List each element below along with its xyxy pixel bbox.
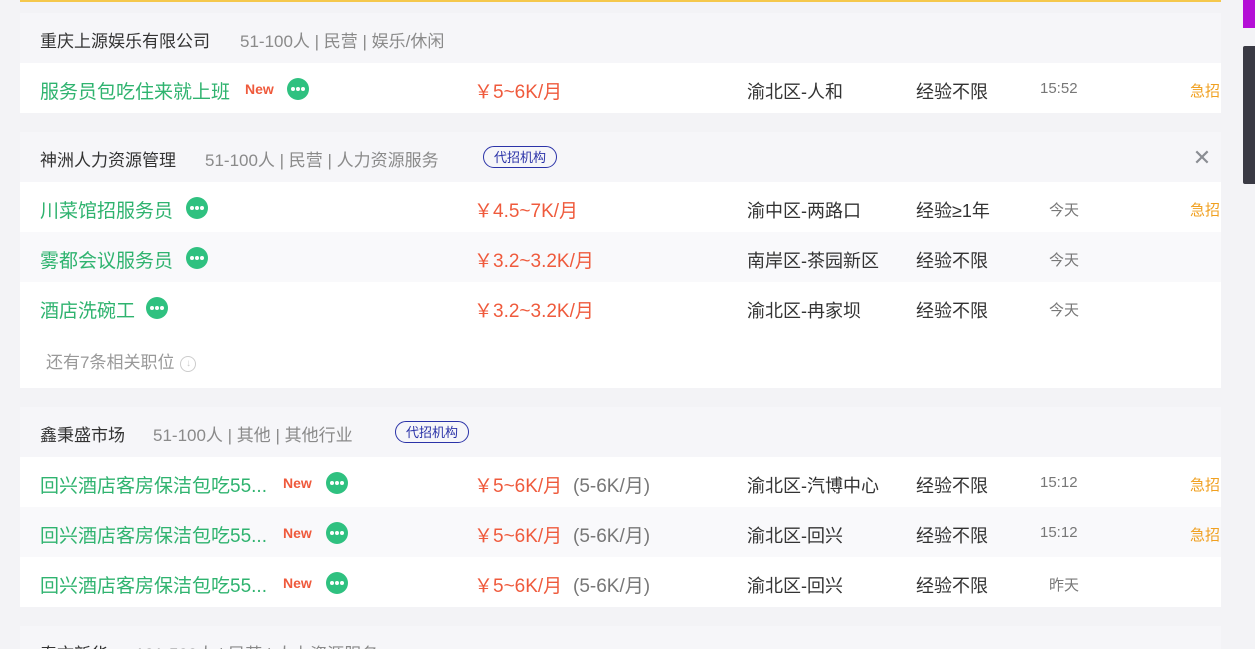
new-badge: New bbox=[283, 475, 312, 491]
job-time: 昨天 bbox=[1049, 577, 1080, 594]
job-location: 渝北区-回兴 bbox=[747, 526, 843, 546]
job-row[interactable]: 回兴酒店客房保洁包吃55... New ￥5~6K/月 (5-6K/月) 渝北区… bbox=[20, 457, 1221, 507]
company-meta: 51-100人 | 民营 | 人力资源服务 bbox=[205, 151, 439, 170]
job-time: 15:12 bbox=[1040, 524, 1078, 541]
job-salary: ￥3.2~3.2K/月 bbox=[474, 301, 594, 322]
job-title[interactable]: 回兴酒店客房保洁包吃55... bbox=[40, 571, 267, 598]
job-row[interactable]: 酒店洗碗工 ￥3.2~3.2K/月 渝北区-冉家坝 经验不限 今天 bbox=[20, 282, 1221, 332]
job-row[interactable]: 川菜馆招服务员 ￥4.5~7K/月 渝中区-两路口 经验≥1年 今天 急招 bbox=[20, 182, 1221, 232]
agency-badge: 代招机构 bbox=[483, 146, 558, 168]
company-name[interactable]: 鑫秉盛市场 bbox=[40, 421, 125, 446]
job-salary: ￥5~6K/月 bbox=[474, 576, 563, 597]
job-salary: ￥5~6K/月 bbox=[474, 526, 563, 547]
more-jobs-link[interactable]: 还有7条相关职位 ↓ bbox=[46, 348, 197, 373]
urgent-badge: 急招 bbox=[1190, 83, 1221, 100]
job-row[interactable]: 回兴酒店客房保洁包吃55... New ￥5~6K/月 (5-6K/月) 渝北区… bbox=[20, 507, 1221, 557]
job-row[interactable]: 服务员包吃住来就上班 New ￥5~6K/月 渝北区-人和 经验不限 15:52… bbox=[20, 63, 1221, 113]
job-experience: 经验不限 bbox=[916, 476, 988, 496]
chat-bubble-icon[interactable] bbox=[326, 572, 348, 594]
company-card: 神洲人力资源管理 51-100人 | 民营 | 人力资源服务 代招机构 ✕ 川菜… bbox=[20, 132, 1221, 388]
side-panel-handle[interactable] bbox=[1243, 46, 1255, 184]
company-header: 泰文新华 101-500人 | 民营 | 人力资源服务 bbox=[20, 626, 1221, 649]
job-row[interactable]: 回兴酒店客房保洁包吃55... New ￥5~6K/月 (5-6K/月) 渝北区… bbox=[20, 557, 1221, 607]
job-time: 15:12 bbox=[1040, 474, 1078, 491]
job-salary-range: (5-6K/月) bbox=[573, 476, 651, 497]
close-icon[interactable]: ✕ bbox=[1190, 146, 1214, 170]
job-location: 南岸区-茶园新区 bbox=[747, 251, 879, 271]
job-salary: ￥5~6K/月 bbox=[474, 82, 563, 103]
arrow-down-circle-icon: ↓ bbox=[180, 355, 197, 372]
job-salary-range: (5-6K/月) bbox=[573, 526, 651, 547]
job-location: 渝北区-汽博中心 bbox=[747, 476, 879, 496]
job-time: 今天 bbox=[1049, 252, 1080, 269]
job-experience: 经验不限 bbox=[916, 82, 988, 102]
job-title[interactable]: 雾都会议服务员 bbox=[40, 246, 173, 273]
urgent-badge: 急招 bbox=[1190, 202, 1221, 219]
job-experience: 经验≥1年 bbox=[916, 201, 990, 221]
job-location: 渝北区-回兴 bbox=[747, 576, 843, 596]
top-accent-line bbox=[20, 0, 1221, 2]
company-meta: 51-100人 | 民营 | 娱乐/休闲 bbox=[240, 32, 445, 51]
company-header: 重庆上源娱乐有限公司 51-100人 | 民营 | 娱乐/休闲 bbox=[20, 13, 1221, 63]
job-experience: 经验不限 bbox=[916, 526, 988, 546]
job-location: 渝中区-两路口 bbox=[747, 201, 861, 221]
job-time: 今天 bbox=[1049, 202, 1080, 219]
chat-bubble-icon[interactable] bbox=[186, 247, 208, 269]
job-title[interactable]: 回兴酒店客房保洁包吃55... bbox=[40, 471, 267, 498]
job-experience: 经验不限 bbox=[916, 251, 988, 271]
job-row[interactable]: 雾都会议服务员 ￥3.2~3.2K/月 南岸区-茶园新区 经验不限 今天 bbox=[20, 232, 1221, 282]
side-tab[interactable] bbox=[1243, 0, 1255, 28]
company-card: 重庆上源娱乐有限公司 51-100人 | 民营 | 娱乐/休闲 服务员包吃住来就… bbox=[20, 13, 1221, 113]
company-name[interactable]: 重庆上源娱乐有限公司 bbox=[40, 27, 210, 52]
company-header: 神洲人力资源管理 51-100人 | 民营 | 人力资源服务 代招机构 ✕ bbox=[20, 132, 1221, 182]
company-header: 鑫秉盛市场 51-100人 | 其他 | 其他行业 代招机构 bbox=[20, 407, 1221, 457]
company-name[interactable]: 泰文新华 bbox=[40, 640, 108, 649]
job-salary: ￥3.2~3.2K/月 bbox=[474, 251, 594, 272]
job-location: 渝北区-冉家坝 bbox=[747, 301, 861, 321]
job-title[interactable]: 服务员包吃住来就上班 bbox=[40, 77, 230, 104]
job-title[interactable]: 酒店洗碗工 bbox=[40, 296, 135, 323]
company-meta: 51-100人 | 其他 | 其他行业 bbox=[153, 426, 353, 445]
chat-bubble-icon[interactable] bbox=[186, 197, 208, 219]
urgent-badge: 急招 bbox=[1190, 477, 1221, 494]
job-experience: 经验不限 bbox=[916, 576, 988, 596]
chat-bubble-icon[interactable] bbox=[287, 78, 309, 100]
company-meta: 101-500人 | 民营 | 人力资源服务 bbox=[135, 640, 378, 649]
new-badge: New bbox=[245, 81, 274, 97]
more-jobs-label: 还有7条相关职位 bbox=[46, 353, 175, 372]
chat-bubble-icon[interactable] bbox=[326, 522, 348, 544]
job-salary: ￥4.5~7K/月 bbox=[474, 201, 579, 222]
new-badge: New bbox=[283, 525, 312, 541]
job-time: 今天 bbox=[1049, 302, 1080, 319]
new-badge: New bbox=[283, 575, 312, 591]
job-time: 15:52 bbox=[1040, 80, 1078, 97]
job-salary: ￥5~6K/月 bbox=[474, 476, 563, 497]
company-card: 泰文新华 101-500人 | 民营 | 人力资源服务 bbox=[20, 626, 1221, 649]
company-name[interactable]: 神洲人力资源管理 bbox=[40, 146, 176, 171]
job-experience: 经验不限 bbox=[916, 301, 988, 321]
company-card: 鑫秉盛市场 51-100人 | 其他 | 其他行业 代招机构 回兴酒店客房保洁包… bbox=[20, 407, 1221, 607]
job-salary-range: (5-6K/月) bbox=[573, 576, 651, 597]
chat-bubble-icon[interactable] bbox=[146, 297, 168, 319]
job-title[interactable]: 川菜馆招服务员 bbox=[40, 196, 173, 223]
agency-badge: 代招机构 bbox=[395, 421, 470, 443]
job-title[interactable]: 回兴酒店客房保洁包吃55... bbox=[40, 521, 267, 548]
chat-bubble-icon[interactable] bbox=[326, 472, 348, 494]
job-location: 渝北区-人和 bbox=[747, 82, 843, 102]
urgent-badge: 急招 bbox=[1190, 527, 1221, 544]
